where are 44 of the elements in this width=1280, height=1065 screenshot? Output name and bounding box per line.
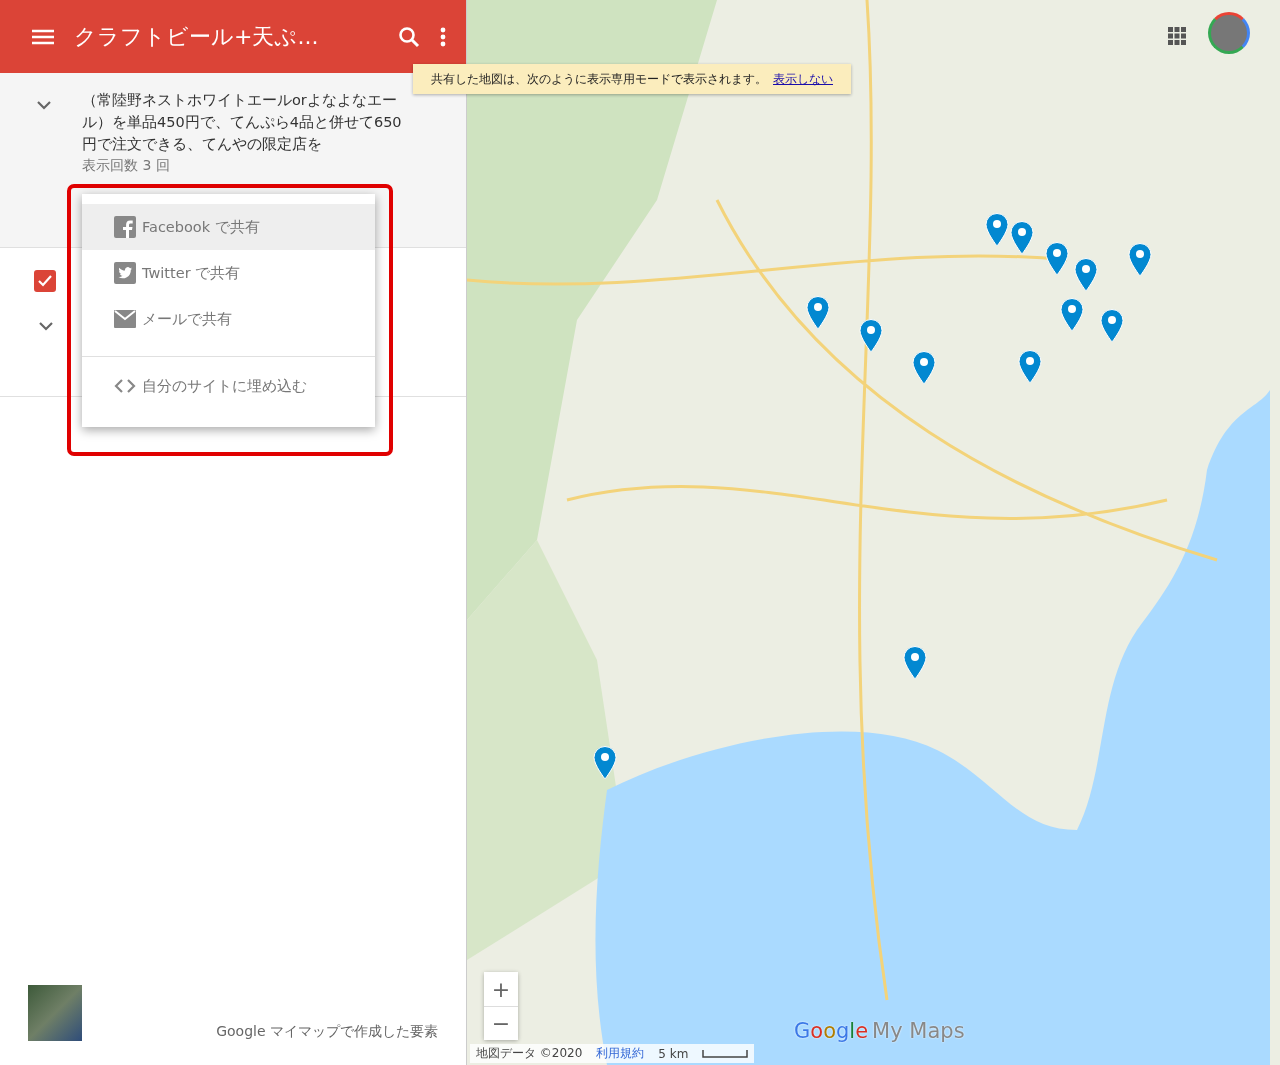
- map-pin-icon[interactable]: [1074, 258, 1098, 292]
- map-pin-icon[interactable]: [985, 213, 1009, 247]
- code-icon: [114, 379, 136, 393]
- map-pin-icon[interactable]: [912, 351, 936, 385]
- zoom-out-button[interactable]: −: [484, 1006, 518, 1040]
- layer-checkbox[interactable]: [34, 270, 56, 292]
- search-icon[interactable]: [398, 25, 420, 48]
- map-pin-icon[interactable]: [1045, 242, 1069, 276]
- map-pin-icon[interactable]: [903, 646, 927, 680]
- menu-item[interactable]: メールで共有: [82, 296, 375, 342]
- menu-icon[interactable]: [32, 28, 54, 45]
- menu-item[interactable]: 自分のサイトに埋め込む: [82, 356, 375, 415]
- scale-label: 5 km: [658, 1046, 689, 1061]
- map-pin-icon[interactable]: [859, 319, 883, 353]
- facebook-icon: [114, 216, 136, 238]
- layer-description: （常陸野ネストホワイトエールorよなよなエール）を単品450円で、てんぷら4品と併せて650円で注文できる、てんやの限定店を: [82, 91, 402, 154]
- google-logo: Google: [794, 1019, 869, 1043]
- scale-bar-icon: [702, 1049, 749, 1058]
- menu-item[interactable]: Twitter で共有: [82, 250, 375, 296]
- chevron-down-icon[interactable]: [36, 100, 52, 110]
- credit-text: Google マイマップで作成した要素: [216, 1023, 438, 1041]
- view-count: 表示回数 3 回: [82, 157, 171, 175]
- menu-item[interactable]: Facebook で共有: [82, 204, 375, 250]
- bird-icon: [114, 262, 136, 284]
- map-pin-icon[interactable]: [1018, 350, 1042, 384]
- zoom-in-button[interactable]: +: [484, 972, 518, 1006]
- map-pin-icon[interactable]: [806, 296, 830, 330]
- dismiss-link[interactable]: 表示しない: [773, 70, 833, 88]
- map-pin-icon[interactable]: [1060, 298, 1084, 332]
- satellite-thumbnail[interactable]: [28, 985, 82, 1041]
- terms-link[interactable]: 利用規約: [596, 1045, 645, 1062]
- map-data-text: 地図データ ©2020: [476, 1045, 583, 1062]
- map-pin-icon[interactable]: [1010, 221, 1034, 255]
- more-icon[interactable]: [440, 26, 446, 47]
- map-pin-icon[interactable]: [1100, 309, 1124, 343]
- map-title: クラフトビール+天ぷ...: [74, 22, 320, 51]
- product-name: My Maps: [872, 1019, 965, 1043]
- map-pin-icon[interactable]: [593, 746, 617, 780]
- apps-grid-icon[interactable]: [1168, 27, 1186, 45]
- mail-icon: [114, 310, 136, 328]
- chevron-down-icon[interactable]: [38, 321, 54, 331]
- map-pin-icon[interactable]: [1128, 243, 1152, 277]
- notice-text: 共有した地図は、次のように表示専用モードで表示されます。: [431, 70, 767, 88]
- check-icon: [38, 275, 52, 287]
